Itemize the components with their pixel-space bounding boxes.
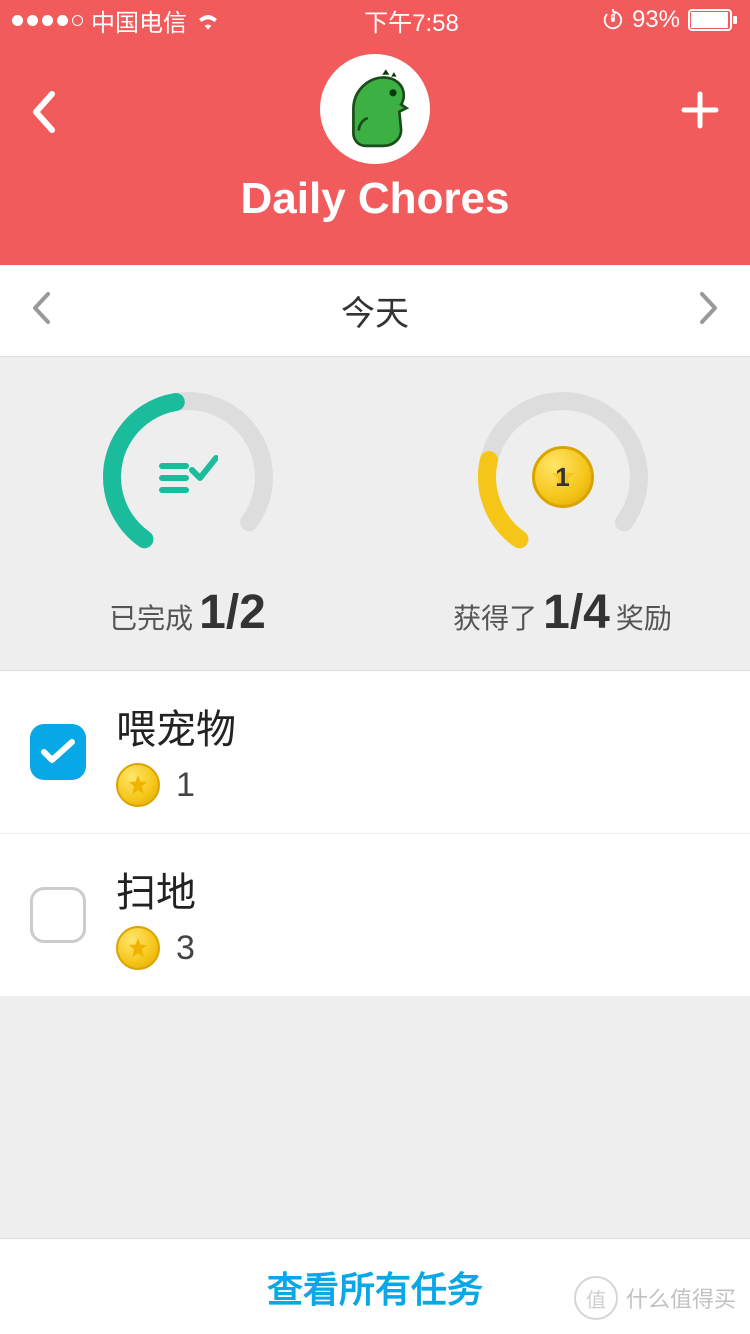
- progress-section: 已完成 1/2 1 获得了 1/4 奖励: [0, 357, 750, 671]
- battery-icon: [688, 9, 738, 31]
- completed-value: 1/2: [199, 585, 266, 640]
- back-button[interactable]: [30, 90, 58, 139]
- rewards-value: 1/4: [543, 585, 610, 640]
- next-day-button[interactable]: [698, 291, 720, 330]
- rotation-lock-icon: [602, 9, 624, 31]
- task-reward: 1: [116, 763, 236, 807]
- task-checkbox-unchecked[interactable]: [30, 887, 86, 943]
- date-label: 今天: [341, 286, 409, 335]
- completed-prefix: 已完成: [109, 597, 193, 637]
- coin-badge-value: 1: [555, 462, 569, 493]
- completed-progress: 已完成 1/2: [38, 387, 338, 640]
- header: Daily Chores: [0, 40, 750, 265]
- task-body: 扫地 3: [116, 860, 196, 970]
- coin-icon: [116, 763, 160, 807]
- coin-badge-icon: 1: [532, 446, 594, 508]
- wifi-icon: [195, 10, 221, 30]
- status-bar: 中国电信 下午7:58 93%: [0, 0, 750, 40]
- watermark-text: 什么值得买: [626, 1282, 736, 1314]
- status-time: 下午7:58: [364, 3, 459, 38]
- view-all-tasks-link[interactable]: 查看所有任务: [267, 1261, 483, 1313]
- task-title: 扫地: [116, 860, 196, 918]
- task-reward-value: 3: [176, 929, 195, 968]
- checklist-icon: [158, 452, 218, 502]
- carrier-label: 中国电信: [91, 3, 187, 38]
- watermark-logo-icon: 值: [574, 1276, 618, 1320]
- status-left: 中国电信: [12, 3, 221, 38]
- rewards-suffix: 奖励: [616, 597, 672, 637]
- rewards-progress: 1 获得了 1/4 奖励: [413, 387, 713, 640]
- rewards-prefix: 获得了: [453, 597, 537, 637]
- add-button[interactable]: [680, 90, 720, 135]
- watermark: 值 什么值得买: [574, 1276, 736, 1320]
- task-reward: 3: [116, 926, 196, 970]
- status-right: 93%: [602, 6, 738, 34]
- date-nav: 今天: [0, 265, 750, 357]
- prev-day-button[interactable]: [30, 291, 52, 330]
- check-icon: [40, 738, 76, 766]
- task-item[interactable]: 扫地 3: [0, 834, 750, 997]
- task-reward-value: 1: [176, 766, 195, 805]
- battery-percent: 93%: [632, 6, 680, 34]
- task-list: 喂宠物 1 扫地 3: [0, 671, 750, 997]
- task-item[interactable]: 喂宠物 1: [0, 671, 750, 834]
- signal-icon: [12, 15, 83, 26]
- dinosaur-icon: [330, 64, 420, 154]
- task-checkbox-checked[interactable]: [30, 724, 86, 780]
- coin-icon: [116, 926, 160, 970]
- avatar[interactable]: [320, 54, 430, 164]
- task-title: 喂宠物: [116, 697, 236, 755]
- task-body: 喂宠物 1: [116, 697, 236, 807]
- page-title: Daily Chores: [241, 174, 510, 224]
